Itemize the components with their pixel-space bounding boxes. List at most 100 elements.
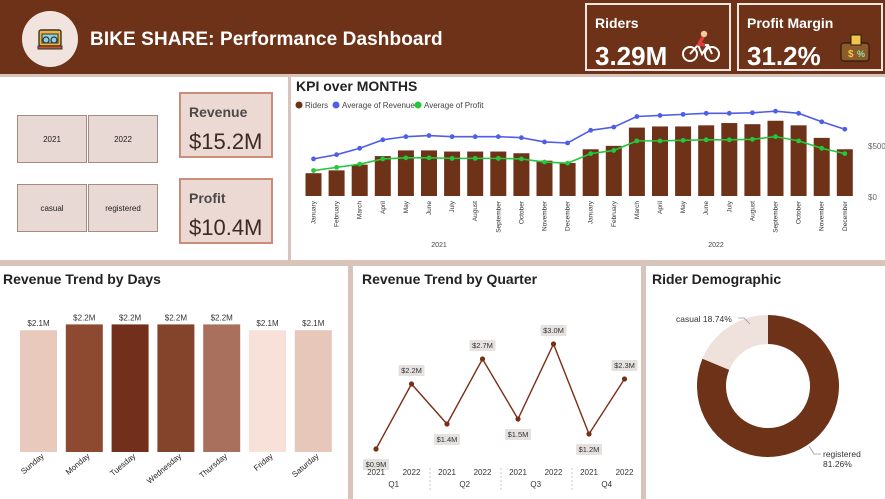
month-tick-label: June (703, 201, 710, 215)
profit-point (703, 137, 709, 143)
profit-point (611, 148, 617, 153)
revenue-point (588, 127, 594, 133)
quarter-point (373, 446, 379, 452)
slicer-type-registered[interactable]: registered (88, 184, 158, 232)
revenue-point (750, 110, 755, 116)
revenue-point (703, 110, 709, 116)
profit-point (634, 138, 640, 144)
profit-margin-value: 31.2% (747, 41, 821, 71)
profit-value: $10.4M (189, 215, 263, 240)
month-tick-label: April (380, 200, 387, 214)
slicer-year-2021[interactable]: 2021 (17, 115, 87, 163)
month-tick-label: December (565, 200, 572, 231)
page-title: BIKE SHARE: Performance Dashboard (90, 29, 443, 50)
quarter-point (550, 341, 557, 347)
profit-margin-kpi-card: Profit Margin 31.2% $ % (737, 3, 883, 71)
revenue-point (611, 124, 617, 130)
quarter-year-tick: 2022 (616, 468, 634, 477)
y-tick-0: $0 (868, 193, 877, 202)
registered-leader-line (808, 445, 821, 455)
profit-point (472, 155, 478, 161)
day-tick-label: Monday (64, 452, 92, 477)
month-tick-label: August (472, 201, 479, 221)
month-tick-label: September (495, 200, 502, 233)
revenue-point (773, 108, 778, 114)
month-tick-label: November (542, 200, 549, 231)
profit-point (495, 155, 501, 161)
revenue-label: Revenue (189, 104, 248, 120)
revenue-card: Revenue $15.2M (179, 92, 273, 158)
riders-bar (536, 160, 553, 196)
month-tick-label: November (819, 200, 826, 231)
profit-point (819, 145, 825, 151)
revenue-value: $15.2M (189, 129, 263, 154)
quarter-chart: $0.9M$2.2M$1.4M$2.7M$1.5M$3.0M$1.2M$2.3M… (363, 325, 638, 492)
day-value-label: $2.1M (256, 319, 279, 328)
revenue-point (819, 119, 825, 125)
quarter-value-label: $3.0M (543, 326, 564, 335)
revenue-point (495, 134, 501, 140)
month-tick-label: January (588, 200, 595, 224)
registered-slice-pct: 81.26% (823, 459, 852, 469)
day-tick-label: Sunday (19, 452, 46, 476)
year-label-2021: 2021 (431, 242, 447, 249)
profit-point (726, 137, 732, 143)
revenue-point (842, 126, 848, 132)
quarter-point (408, 381, 415, 387)
quarter-point (444, 421, 450, 427)
day-tick-label: Friday (252, 452, 275, 473)
revenue-point (472, 134, 478, 140)
riders-bar (374, 156, 391, 196)
quarter-year-tick: 2021 (438, 468, 456, 477)
svg-text:%: % (857, 49, 865, 59)
day-bar (157, 324, 195, 452)
day-bar (294, 330, 332, 452)
riders-bar (628, 127, 645, 196)
day-bar (249, 330, 286, 452)
revenue-point (657, 113, 663, 118)
legend-profit-label: Average of Profit (424, 101, 484, 110)
money-bag-icon: $ % (840, 34, 870, 62)
riders-bar (767, 120, 784, 196)
quarter-point (586, 431, 592, 437)
quarter-group-label: Q4 (601, 480, 612, 489)
revenue-point (449, 134, 455, 140)
month-tick-label: March (357, 201, 364, 219)
profit-margin-label: Profit Margin (747, 15, 834, 31)
day-value-label: $2.2M (165, 313, 188, 322)
quarter-value-label: $2.3M (614, 361, 635, 370)
quarter-year-tick: 2022 (545, 468, 563, 477)
svg-text:$: $ (848, 49, 854, 60)
profit-point (588, 151, 594, 156)
profit-point (519, 156, 524, 162)
quarter-year-tick: 2021 (509, 468, 527, 477)
day-bar (203, 324, 241, 452)
revenue-point (680, 111, 686, 117)
legend-profit-marker (414, 101, 422, 109)
profit-point (773, 134, 778, 140)
month-tick-label: May (403, 200, 410, 213)
riders-bar (605, 145, 622, 196)
month-tick-label: March (634, 201, 641, 219)
rider-demographic-donut: casual 18.74% registered 81.26% (676, 314, 861, 469)
day-tick-label: Wednesday (145, 452, 183, 486)
day-bar (65, 324, 103, 452)
riders-bar (721, 123, 738, 196)
quarter-value-label: $1.4M (437, 435, 458, 444)
day-bar (111, 324, 149, 452)
profit-point (680, 137, 686, 143)
slicer-year-2022[interactable]: 2022 (88, 115, 158, 163)
legend-riders-label: Riders (305, 101, 328, 110)
day-tick-label: Saturday (290, 452, 320, 479)
days-chart: $2.1M Sunday $2.2M Monday $2.2M Tuesday $2.2M W… (19, 313, 332, 486)
profit-point (311, 168, 316, 173)
month-tick-label: January (311, 200, 318, 224)
bike-shop-icon (22, 11, 78, 67)
month-tick-label: April (657, 200, 664, 214)
year-label-2022: 2022 (708, 242, 724, 249)
quarter-point (621, 376, 628, 382)
revenue-point (726, 110, 732, 116)
month-tick-label: May (680, 200, 687, 213)
riders-label: Riders (595, 15, 639, 31)
slicer-type-casual[interactable]: casual (17, 184, 87, 232)
